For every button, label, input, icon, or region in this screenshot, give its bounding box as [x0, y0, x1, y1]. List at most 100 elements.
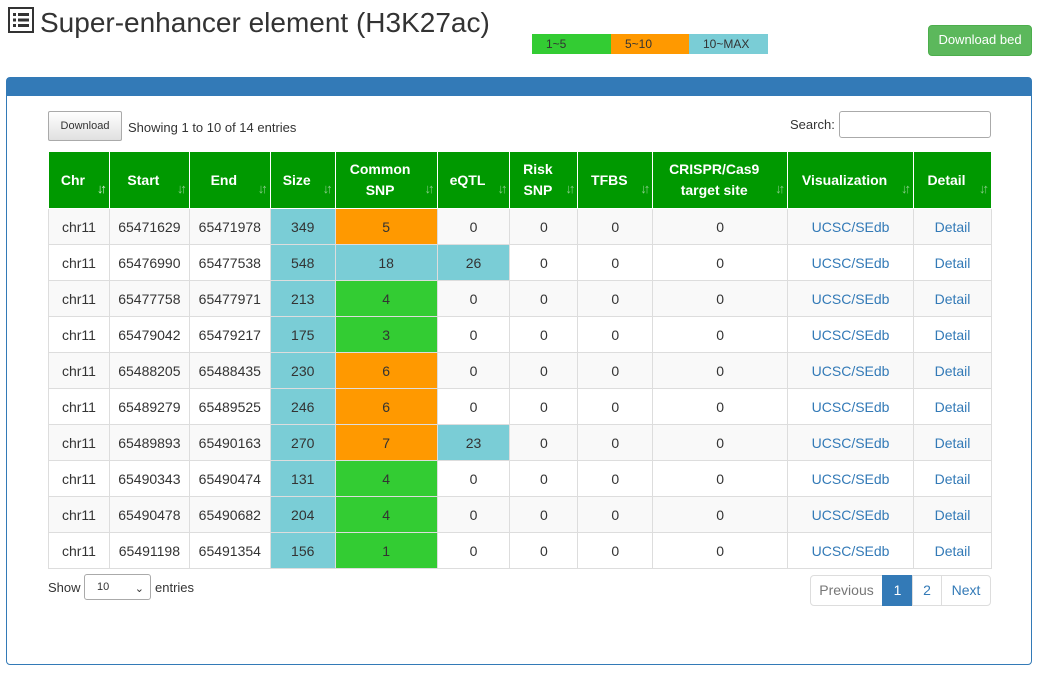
col-visualization[interactable]: Visualization ↓↑ — [787, 151, 915, 209]
cell-risk-snp: 0 — [509, 208, 579, 245]
ucsc-link[interactable]: UCSC — [812, 219, 852, 235]
cell-crispr: 0 — [652, 388, 789, 425]
cell-visualization: UCSC/SEdb — [787, 460, 915, 497]
detail-link[interactable]: Detail — [935, 435, 971, 451]
cell-start: 65491198 — [108, 532, 190, 569]
next-button[interactable]: Next — [941, 575, 991, 606]
detail-link[interactable]: Detail — [935, 507, 971, 523]
cell-crispr: 0 — [652, 280, 789, 317]
sedb-link[interactable]: SEdb — [855, 291, 889, 307]
list-icon — [8, 7, 34, 33]
sedb-link[interactable]: SEdb — [855, 327, 889, 343]
cell-risk-snp: 0 — [509, 424, 579, 461]
col-end[interactable]: End ↓↑ — [188, 151, 271, 209]
detail-link[interactable]: Detail — [935, 327, 971, 343]
cell-risk-snp: 0 — [509, 316, 579, 353]
cell-tfbs: 0 — [577, 424, 654, 461]
table-header-row: Chr ↓↑ Start ↓↑ End ↓↑ Size ↓↑ Common SNP ↓↑ … — [48, 151, 992, 209]
sedb-link[interactable]: SEdb — [855, 507, 889, 523]
cell-tfbs: 0 — [577, 388, 654, 425]
cell-common-snp: 4 — [334, 280, 438, 317]
cell-visualization: UCSC/SEdb — [787, 352, 915, 389]
cell-tfbs: 0 — [577, 532, 654, 569]
table-row: chr11 65477758 65477971 213 4 0 0 0 0 UCSC/SEdb De… — [48, 280, 992, 317]
cell-chr: chr11 — [48, 352, 110, 389]
ucsc-link[interactable]: UCSC — [812, 291, 852, 307]
ucsc-link[interactable]: UCSC — [812, 435, 852, 451]
cell-visualization: UCSC/SEdb — [787, 388, 915, 425]
cell-start: 65476990 — [108, 244, 190, 281]
ucsc-link[interactable]: UCSC — [812, 327, 852, 343]
cell-eqtl: 0 — [436, 208, 511, 245]
detail-link[interactable]: Detail — [935, 219, 971, 235]
cell-chr: chr11 — [48, 532, 110, 569]
ucsc-link[interactable]: UCSC — [812, 543, 852, 559]
page-size-select[interactable]: 10 ⌄ — [84, 574, 151, 600]
ucsc-link[interactable]: UCSC — [812, 507, 852, 523]
sedb-link[interactable]: SEdb — [855, 435, 889, 451]
cell-risk-snp: 0 — [509, 496, 579, 533]
previous-button[interactable]: Previous — [810, 575, 883, 606]
sedb-link[interactable]: SEdb — [855, 399, 889, 415]
cell-common-snp: 5 — [334, 208, 438, 245]
cell-crispr: 0 — [652, 352, 789, 389]
col-tfbs[interactable]: TFBS ↓↑ — [577, 151, 654, 209]
cell-start: 65488205 — [108, 352, 190, 389]
download-button[interactable]: Download — [48, 111, 122, 141]
table-row: chr11 65489279 65489525 246 6 0 0 0 0 UCSC/SEdb De… — [48, 388, 992, 425]
cell-crispr: 0 — [652, 208, 789, 245]
cell-detail: Detail — [913, 424, 992, 461]
col-eqtl[interactable]: eQTL ↓↑ — [436, 151, 511, 209]
cell-start: 65490343 — [108, 460, 190, 497]
chevron-down-icon: ⌄ — [134, 583, 144, 595]
col-common-snp[interactable]: Common SNP ↓↑ — [334, 151, 438, 209]
col-crispr[interactable]: CRISPR/Cas9 target site ↓↑ — [652, 151, 789, 209]
search-input[interactable] — [839, 111, 991, 138]
sedb-link[interactable]: SEdb — [855, 471, 889, 487]
page-1-button[interactable]: 1 — [882, 575, 913, 606]
cell-crispr: 0 — [652, 460, 789, 497]
cell-visualization: UCSC/SEdb — [787, 244, 915, 281]
cell-crispr: 0 — [652, 316, 789, 353]
cell-tfbs: 0 — [577, 460, 654, 497]
cell-end: 65490474 — [188, 460, 271, 497]
sedb-link[interactable]: SEdb — [855, 543, 889, 559]
detail-link[interactable]: Detail — [935, 291, 971, 307]
cell-eqtl: 0 — [436, 352, 511, 389]
ucsc-link[interactable]: UCSC — [812, 399, 852, 415]
cell-visualization: UCSC/SEdb — [787, 280, 915, 317]
panel-heading — [7, 78, 1031, 96]
sort-icon: ↓↑ — [901, 181, 911, 196]
col-risk-snp[interactable]: Risk SNP ↓↑ — [509, 151, 579, 209]
ucsc-link[interactable]: UCSC — [812, 255, 852, 271]
cell-crispr: 0 — [652, 532, 789, 569]
page-2-button[interactable]: 2 — [912, 575, 942, 606]
detail-link[interactable]: Detail — [935, 543, 971, 559]
cell-eqtl: 0 — [436, 532, 511, 569]
cell-size: 548 — [269, 244, 336, 281]
table-row: chr11 65490478 65490682 204 4 0 0 0 0 UCSC/SEdb De… — [48, 496, 992, 533]
sedb-link[interactable]: SEdb — [855, 219, 889, 235]
cell-crispr: 0 — [652, 244, 789, 281]
download-bed-button[interactable]: Download bed — [928, 25, 1032, 56]
col-size[interactable]: Size ↓↑ — [269, 151, 336, 209]
detail-link[interactable]: Detail — [935, 399, 971, 415]
detail-link[interactable]: Detail — [935, 363, 971, 379]
cell-detail: Detail — [913, 208, 992, 245]
sedb-link[interactable]: SEdb — [855, 363, 889, 379]
col-detail[interactable]: Detail ↓↑ — [913, 151, 992, 209]
cell-detail: Detail — [913, 388, 992, 425]
cell-crispr: 0 — [652, 424, 789, 461]
cell-tfbs: 0 — [577, 280, 654, 317]
table-row: chr11 65488205 65488435 230 6 0 0 0 0 UCSC/SEdb De… — [48, 352, 992, 389]
detail-link[interactable]: Detail — [935, 471, 971, 487]
col-chr[interactable]: Chr ↓↑ — [48, 151, 110, 209]
col-start[interactable]: Start ↓↑ — [108, 151, 190, 209]
ucsc-link[interactable]: UCSC — [812, 363, 852, 379]
cell-common-snp: 7 — [334, 424, 438, 461]
ucsc-link[interactable]: UCSC — [812, 471, 852, 487]
cell-tfbs: 0 — [577, 244, 654, 281]
sort-icon: ↓↑ — [176, 181, 187, 196]
detail-link[interactable]: Detail — [935, 255, 971, 271]
sedb-link[interactable]: SEdb — [855, 255, 889, 271]
